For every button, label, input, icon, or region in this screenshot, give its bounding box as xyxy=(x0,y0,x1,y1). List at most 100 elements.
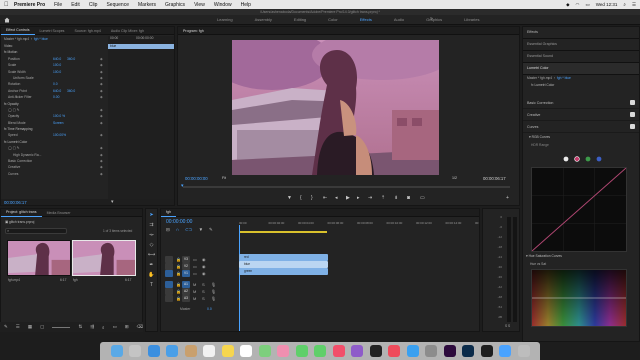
menu-edit[interactable]: Edit xyxy=(71,2,80,8)
add-marker-icon[interactable]: ▼ xyxy=(287,195,292,201)
tab-program[interactable]: Program: fgh xyxy=(178,27,209,35)
lumetri-basic-correction[interactable]: Basic Correction xyxy=(523,97,639,109)
dock-app-icon[interactable] xyxy=(351,345,363,357)
go-to-in-icon[interactable]: ⇤ xyxy=(323,195,327,201)
workspace-assembly[interactable]: Assembly xyxy=(244,15,283,25)
voiceover-record-icon[interactable]: 🎙 xyxy=(211,296,216,301)
menu-graphics[interactable]: Graphics xyxy=(165,2,185,8)
hand-tool-icon[interactable]: ✋ xyxy=(148,272,155,279)
track-name[interactable]: A1 xyxy=(182,281,190,288)
list-view-icon[interactable]: ☰ xyxy=(16,324,20,330)
dock-app-icon[interactable] xyxy=(517,345,530,357)
clock[interactable]: Wed 12:31 xyxy=(596,2,618,7)
menu-window[interactable]: Window xyxy=(214,2,232,8)
master-track-value[interactable]: 0.0 xyxy=(207,307,212,311)
freeform-view-icon[interactable]: ▢ xyxy=(40,324,44,330)
timeline-ruler[interactable]: 00:00 00:00:02:00 00:00:04:00 00:00:06:00 00… xyxy=(239,221,479,231)
lift-icon[interactable]: ⇡ xyxy=(381,195,385,201)
dock-app-icon[interactable] xyxy=(369,345,382,357)
program-video-frame[interactable] xyxy=(232,40,439,175)
find-icon[interactable]: ⌕ xyxy=(102,325,105,330)
creative-checkbox[interactable] xyxy=(630,112,635,117)
pen-tool-icon[interactable]: ✒ xyxy=(148,262,155,269)
keyframe-toggle-icon[interactable]: ◆ xyxy=(100,171,103,177)
menu-file[interactable]: File xyxy=(54,2,62,8)
track-target-toggle[interactable] xyxy=(165,256,173,263)
dock-app-icon[interactable] xyxy=(425,345,437,357)
essential-sound-tab[interactable]: Essential Sound xyxy=(523,51,639,63)
timeline-timecode[interactable]: 00:00:00:00 xyxy=(166,219,192,225)
dock-app-icon[interactable] xyxy=(240,345,252,357)
timeline-clip[interactable]: green xyxy=(239,268,328,275)
settings-wrench-icon[interactable]: ✎ xyxy=(209,227,213,233)
home-icon[interactable] xyxy=(4,17,10,23)
playhead[interactable] xyxy=(239,225,240,331)
ec-current-timecode[interactable]: 00:00:06:17 xyxy=(4,200,27,205)
go-to-out-icon[interactable]: ⇥ xyxy=(368,195,372,201)
track-visibility-icon[interactable]: ◉ xyxy=(202,257,206,262)
button-editor-icon[interactable]: + xyxy=(506,195,509,201)
dock-app-icon[interactable] xyxy=(480,345,493,357)
workspace-audio[interactable]: Audio xyxy=(383,15,415,25)
list-icon[interactable]: ☰ xyxy=(632,2,636,8)
dock-app-icon[interactable] xyxy=(147,345,160,357)
track-name[interactable]: A2 xyxy=(182,288,190,295)
effect-property-row[interactable]: Curves ◆ xyxy=(1,171,108,177)
selection-tool-icon[interactable]: ➤ xyxy=(148,212,155,219)
tab-project[interactable]: Project: glitch trans xyxy=(1,209,42,217)
track-name[interactable]: V1 xyxy=(182,270,190,277)
sort-icon[interactable]: ⇅ xyxy=(78,324,82,330)
dock-app-icon[interactable] xyxy=(277,345,289,357)
track-lock-icon[interactable]: 🔒 xyxy=(176,257,181,262)
mark-in-icon[interactable]: { xyxy=(300,195,302,201)
dock-app-icon[interactable] xyxy=(443,345,456,357)
dock-app-icon[interactable] xyxy=(388,345,400,357)
red-channel-icon[interactable] xyxy=(574,156,580,162)
dock-app-icon[interactable] xyxy=(203,345,215,357)
lumetri-color-tab[interactable]: Lumetri Color xyxy=(523,63,639,75)
snap-icon[interactable]: ∩ xyxy=(176,227,179,233)
track-target-toggle[interactable] xyxy=(165,270,173,277)
menu-view[interactable]: View xyxy=(194,2,205,8)
track-visibility-icon[interactable]: ◉ xyxy=(202,271,206,276)
solo-buttons[interactable]: S S xyxy=(505,324,510,328)
program-scrub-bar[interactable] xyxy=(183,186,510,188)
slip-tool-icon[interactable]: ⟷ xyxy=(148,252,155,259)
dock-app-icon[interactable] xyxy=(221,345,234,357)
workspace-graphics[interactable]: Graphics xyxy=(415,15,453,25)
comparison-view-icon[interactable]: ▭ xyxy=(420,195,425,201)
mute-icon[interactable]: M xyxy=(193,282,196,287)
tab-effect-controls[interactable]: Effect Controls xyxy=(1,27,35,35)
track-name[interactable]: A3 xyxy=(182,295,190,302)
icon-view-icon[interactable]: ▦ xyxy=(28,324,32,330)
tab-media-browser[interactable]: Media Browser xyxy=(42,209,76,217)
app-menu[interactable]: Premiere Pro xyxy=(14,2,45,8)
solo-icon[interactable]: S xyxy=(202,282,205,287)
lumetri-creative[interactable]: Creative xyxy=(523,109,639,121)
mute-icon[interactable]: M xyxy=(193,289,196,294)
type-tool-icon[interactable]: T xyxy=(148,282,155,289)
voiceover-record-icon[interactable]: 🎙 xyxy=(211,289,216,294)
workspace-learning[interactable]: Learning xyxy=(206,15,244,25)
ec-clip-bar[interactable]: blue xyxy=(108,44,174,49)
sequence-clip-label[interactable]: fgh * blue xyxy=(34,37,48,41)
program-fit-select[interactable]: Fit xyxy=(222,176,226,180)
extract-icon[interactable]: ⇟ xyxy=(394,195,398,201)
tab-sequence-fgh[interactable]: fgh xyxy=(161,209,176,217)
program-quality-select[interactable]: 1/2 xyxy=(452,176,457,180)
new-item-icon[interactable]: ⊞ xyxy=(125,324,129,330)
sync-lock-icon[interactable]: ▭ xyxy=(193,264,197,269)
linked-selection-icon[interactable]: ⊂⊃ xyxy=(185,227,193,233)
mute-icon[interactable]: M xyxy=(193,296,196,301)
track-lock-icon[interactable]: 🔒 xyxy=(176,264,181,269)
dock-app-icon[interactable] xyxy=(314,345,326,357)
menu-clip[interactable]: Clip xyxy=(89,2,98,8)
luma-channel-icon[interactable] xyxy=(563,156,569,162)
rgb-curve-graph[interactable] xyxy=(531,167,627,252)
dock-app-icon[interactable] xyxy=(110,345,123,357)
track-select-tool-icon[interactable]: ⇉ xyxy=(148,222,155,229)
sync-lock-icon[interactable]: ▭ xyxy=(193,257,197,262)
track-lock-icon[interactable]: 🔒 xyxy=(176,271,181,276)
track-lock-icon[interactable]: 🔒 xyxy=(176,289,181,294)
track-name[interactable]: V3 xyxy=(182,256,190,263)
